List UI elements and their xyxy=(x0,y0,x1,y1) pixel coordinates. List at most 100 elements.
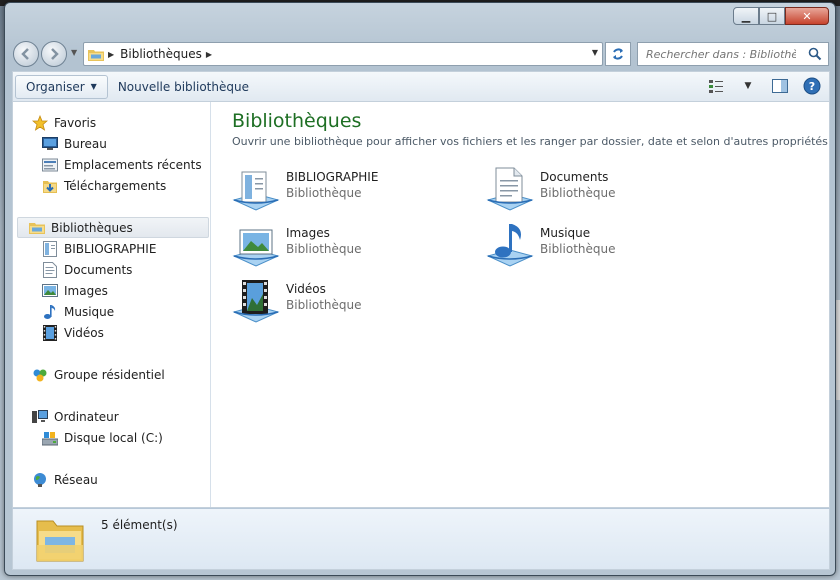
star-icon xyxy=(32,114,48,131)
organise-button[interactable]: Organiser ▼ xyxy=(15,74,108,99)
forward-button[interactable] xyxy=(41,41,67,67)
library-type: Bibliothèque xyxy=(286,186,362,200)
nav-item-desktop[interactable]: Bureau xyxy=(42,133,107,154)
refresh-button[interactable] xyxy=(605,42,631,66)
desktop-icon xyxy=(42,136,58,152)
nav-item-label: Musique xyxy=(64,304,115,319)
item-count: 5 élément(s) xyxy=(101,518,178,532)
nav-computer-label: Ordinateur xyxy=(54,409,119,424)
nav-item-bibliographie[interactable]: BIBLIOGRAPHIE xyxy=(42,238,156,259)
view-details-icon xyxy=(709,80,723,93)
nav-item-label: Téléchargements xyxy=(64,178,167,193)
navigation-pane: Favoris Bureau Emplacements récents Télé… xyxy=(13,102,211,507)
nav-computer[interactable]: Ordinateur xyxy=(32,406,119,427)
library-tile-images[interactable]: Images Bibliothèque xyxy=(232,222,472,270)
nav-item-recent-places[interactable]: Emplacements récents xyxy=(42,154,202,175)
organise-label: Organiser xyxy=(26,79,85,94)
document-library-icon xyxy=(232,171,280,211)
nav-item-images[interactable]: Images xyxy=(42,280,108,301)
library-tile-videos[interactable]: Vidéos Bibliothèque xyxy=(232,278,472,326)
view-options-button[interactable] xyxy=(705,75,727,97)
search-icon[interactable] xyxy=(808,47,822,61)
nav-item-videos[interactable]: Vidéos xyxy=(42,322,104,343)
help-button[interactable]: ? xyxy=(801,75,823,97)
close-icon: ✕ xyxy=(802,9,812,23)
search-input[interactable] xyxy=(646,47,796,61)
back-arrow-icon xyxy=(21,48,29,60)
recent-pages-dropdown[interactable]: ▼ xyxy=(71,48,77,57)
toolbar-right: ▼ ? xyxy=(705,75,823,97)
close-button[interactable]: ✕ xyxy=(785,7,829,25)
recent-places-icon xyxy=(42,157,58,173)
minimize-button[interactable]: ▁ xyxy=(733,7,759,25)
nav-libraries[interactable]: Bibliothèques xyxy=(17,217,209,238)
music-icon xyxy=(42,304,58,320)
main-pane: Bibliothèques Ouvrir une bibliothèque po… xyxy=(212,102,829,507)
library-type: Bibliothèque xyxy=(540,242,616,256)
nav-item-music[interactable]: Musique xyxy=(42,301,114,322)
nav-network-label: Réseau xyxy=(54,472,98,487)
nav-item-label: BIBLIOGRAPHIE xyxy=(64,241,157,256)
preview-pane-icon xyxy=(772,79,788,93)
library-type: Bibliothèque xyxy=(286,298,362,312)
documents-icon xyxy=(486,167,534,211)
videos-icon xyxy=(232,280,280,323)
nav-homegroup-label: Groupe résidentiel xyxy=(54,367,165,382)
library-tile-documents[interactable]: Documents Bibliothèque xyxy=(486,166,726,214)
preview-pane-button[interactable] xyxy=(769,75,791,97)
back-button[interactable] xyxy=(13,41,39,67)
maximize-icon: □ xyxy=(766,9,778,23)
view-dropdown-icon[interactable]: ▼ xyxy=(737,75,759,97)
nav-item-label: Documents xyxy=(64,262,133,277)
nav-network[interactable]: Réseau xyxy=(32,469,98,490)
content-area: Favoris Bureau Emplacements récents Télé… xyxy=(12,101,830,508)
breadcrumb-libraries[interactable]: Bibliothèques xyxy=(120,47,202,61)
nav-item-label: Images xyxy=(64,283,108,298)
library-tile-music[interactable]: Musique Bibliothèque xyxy=(486,222,726,270)
breadcrumb-arrow-icon[interactable]: ▶ xyxy=(108,50,114,59)
nav-item-downloads[interactable]: Téléchargements xyxy=(42,175,166,196)
homegroup-icon xyxy=(32,367,48,383)
library-name: Vidéos xyxy=(286,282,326,296)
videos-icon xyxy=(42,324,58,341)
images-icon xyxy=(232,229,280,267)
library-name: Documents xyxy=(540,170,609,184)
maximize-button[interactable]: □ xyxy=(759,7,785,25)
forward-arrow-icon xyxy=(51,48,59,60)
nav-item-local-disk[interactable]: Disque local (C:) xyxy=(42,427,163,448)
search-box[interactable] xyxy=(637,42,829,66)
details-pane: 5 élément(s) xyxy=(12,508,830,570)
documents-icon xyxy=(42,261,58,278)
chevron-down-icon: ▼ xyxy=(90,82,97,91)
library-folder-icon xyxy=(36,520,84,562)
page-subtitle: Ouvrir une bibliothèque pour afficher vo… xyxy=(232,135,828,148)
page-title: Bibliothèques xyxy=(232,110,362,132)
nav-item-documents[interactable]: Documents xyxy=(42,259,132,280)
new-library-button[interactable]: Nouvelle bibliothèque xyxy=(108,75,259,99)
breadcrumb-arrow-icon[interactable]: ▶ xyxy=(206,50,212,59)
address-bar[interactable]: ▶ Bibliothèques ▶ ▼ xyxy=(83,42,603,66)
library-name: Musique xyxy=(540,226,591,240)
network-icon xyxy=(32,472,48,488)
help-icon: ? xyxy=(803,77,821,95)
explorer-window: ▁ □ ✕ ▼ ▶ Bibliothèques ▶ ▼ Rechercher d… xyxy=(4,2,836,576)
nav-favorites-label: Favoris xyxy=(54,115,97,130)
nav-homegroup[interactable]: Groupe résidentiel xyxy=(32,364,165,385)
nav-favorites[interactable]: Favoris xyxy=(32,112,96,133)
library-tile-bibliographie[interactable]: BIBLIOGRAPHIE Bibliothèque xyxy=(232,166,472,214)
command-bar: Organiser ▼ Nouvelle bibliothèque ▼ ? xyxy=(12,71,830,101)
nav-item-label: Vidéos xyxy=(64,325,104,340)
caption-buttons: ▁ □ ✕ xyxy=(733,7,829,25)
music-icon xyxy=(486,224,534,267)
library-type: Bibliothèque xyxy=(540,186,616,200)
new-library-label: Nouvelle bibliothèque xyxy=(117,79,249,94)
nav-item-label: Disque local (C:) xyxy=(64,430,163,445)
address-row: ▼ ▶ Bibliothèques ▶ ▼ xyxy=(5,39,835,69)
library-folder-icon xyxy=(88,49,104,61)
address-dropdown-icon[interactable]: ▼ xyxy=(592,48,598,57)
library-folder-icon xyxy=(29,220,45,236)
nav-item-label: Emplacements récents xyxy=(64,157,202,172)
library-type: Bibliothèque xyxy=(286,242,362,256)
computer-icon xyxy=(32,409,48,425)
library-name: BIBLIOGRAPHIE xyxy=(286,170,379,184)
